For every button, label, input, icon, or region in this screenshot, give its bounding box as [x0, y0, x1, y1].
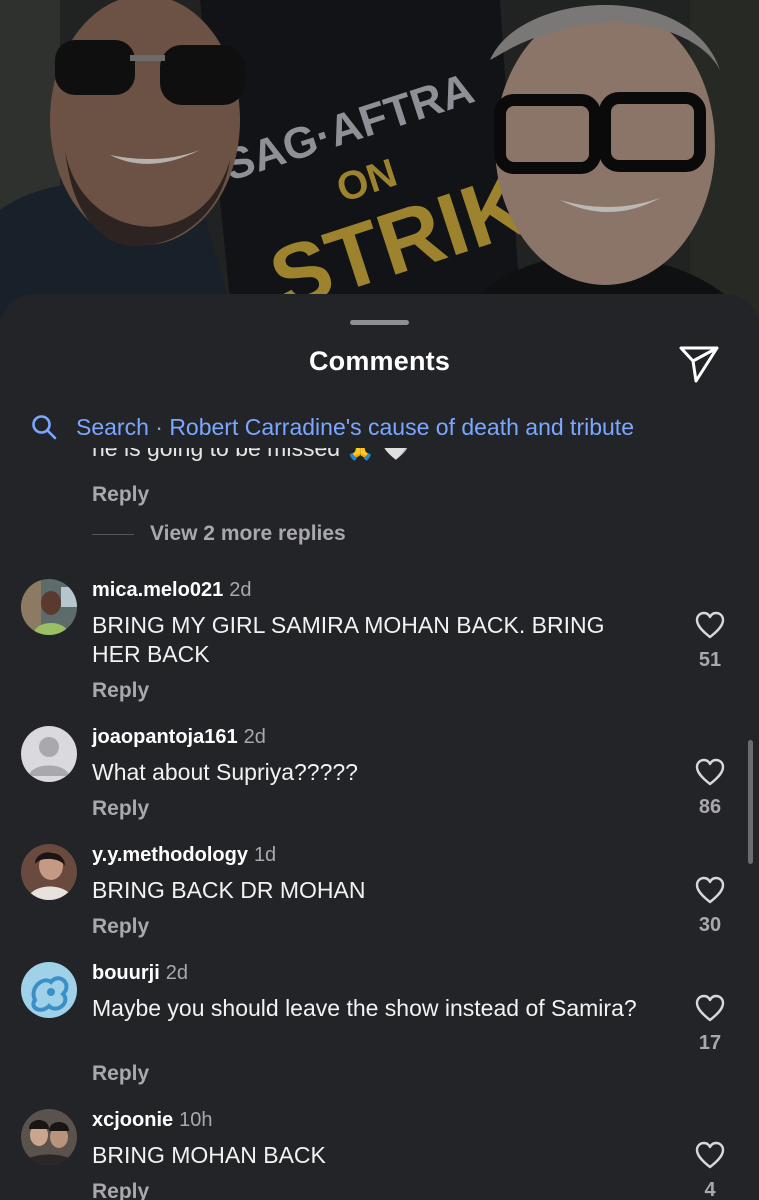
view-more-replies-label: View 2 more replies	[150, 522, 346, 545]
reply-button[interactable]: Reply	[92, 679, 149, 703]
like-count: 86	[698, 796, 722, 818]
avatar[interactable]	[21, 844, 77, 900]
avatar[interactable]	[21, 962, 77, 1018]
sheet-title: Comments	[308, 346, 451, 376]
heart-icon	[695, 758, 725, 786]
partial-comment-text: he is going to be missed 🙏 🤍	[92, 448, 411, 461]
comments-sheet: Comments Search · Robert Carradine's cau…	[0, 294, 759, 1200]
comment-time: 2d	[165, 962, 189, 984]
like-button[interactable]: 51	[690, 611, 730, 672]
drag-handle[interactable]	[350, 320, 409, 325]
like-button[interactable]: 30	[690, 876, 730, 937]
heart-icon	[695, 1141, 725, 1169]
divider-line	[92, 533, 134, 535]
post-photo: SAG·AFTRA ON STRIKE	[0, 0, 759, 340]
comment-item: mica.melo021 2d BRING MY GIRL SAMIRA MOHA…	[0, 579, 759, 709]
comment-time: 10h	[179, 1109, 213, 1131]
comment-text: Maybe you should leave the show instead …	[92, 995, 637, 1021]
reply-button[interactable]: Reply	[92, 483, 149, 507]
scrollbar[interactable]	[748, 740, 753, 864]
like-count: 4	[704, 1179, 716, 1200]
like-count: 17	[698, 1032, 722, 1054]
comment-username[interactable]: mica.melo021 2d	[92, 579, 251, 602]
share-button[interactable]	[678, 342, 720, 384]
reply-button[interactable]: Reply	[92, 915, 149, 939]
related-search-text: Search · Robert Carradine's cause of dea…	[76, 413, 634, 440]
like-button[interactable]: 17	[690, 994, 730, 1055]
comment-item: xcjoonie 10h BRING MOHAN BACK Reply 4	[0, 1109, 759, 1200]
comment-item: y.y.methodology 1d BRING BACK DR MOHAN Re…	[0, 844, 759, 944]
avatar[interactable]	[21, 1109, 77, 1165]
reply-button[interactable]: Reply	[92, 797, 149, 821]
comment-text: BRING MY GIRL SAMIRA MOHAN BACK. BRING H…	[92, 612, 605, 667]
comment-username[interactable]: bouurji 2d	[92, 962, 188, 985]
heart-icon	[695, 994, 725, 1022]
like-button[interactable]: 4	[690, 1141, 730, 1200]
comment-time: 2d	[243, 726, 266, 748]
comment-username[interactable]: joaopantoja161 2d	[92, 726, 266, 749]
comment-text: BRING MOHAN BACK	[92, 1142, 326, 1168]
paper-plane-icon	[679, 346, 719, 383]
comment-username[interactable]: xcjoonie 10h	[92, 1109, 213, 1132]
comment-item: joaopantoja161 2d What about Supriya?????…	[0, 726, 759, 826]
comment-text: What about Supriya?????	[92, 759, 358, 785]
related-search-link[interactable]: Search · Robert Carradine's cause of dea…	[30, 409, 634, 445]
reply-button[interactable]: Reply	[92, 1062, 149, 1086]
heart-icon	[695, 611, 725, 639]
like-button[interactable]: 86	[690, 758, 730, 819]
comment-item: bouurji 2d Maybe you should leave the sho…	[0, 962, 759, 1092]
avatar[interactable]	[21, 726, 77, 782]
reply-button[interactable]: Reply	[92, 1180, 149, 1200]
heart-icon	[695, 876, 725, 904]
comment-time: 1d	[253, 844, 277, 866]
like-count: 51	[698, 649, 722, 671]
comment-time: 2d	[229, 579, 252, 601]
comment-text: BRING BACK DR MOHAN	[92, 877, 366, 903]
like-count: 30	[698, 914, 722, 936]
avatar[interactable]	[21, 579, 77, 635]
comment-username[interactable]: y.y.methodology 1d	[92, 844, 276, 867]
view-more-replies[interactable]: View 2 more replies	[92, 522, 346, 546]
search-icon	[32, 415, 57, 440]
